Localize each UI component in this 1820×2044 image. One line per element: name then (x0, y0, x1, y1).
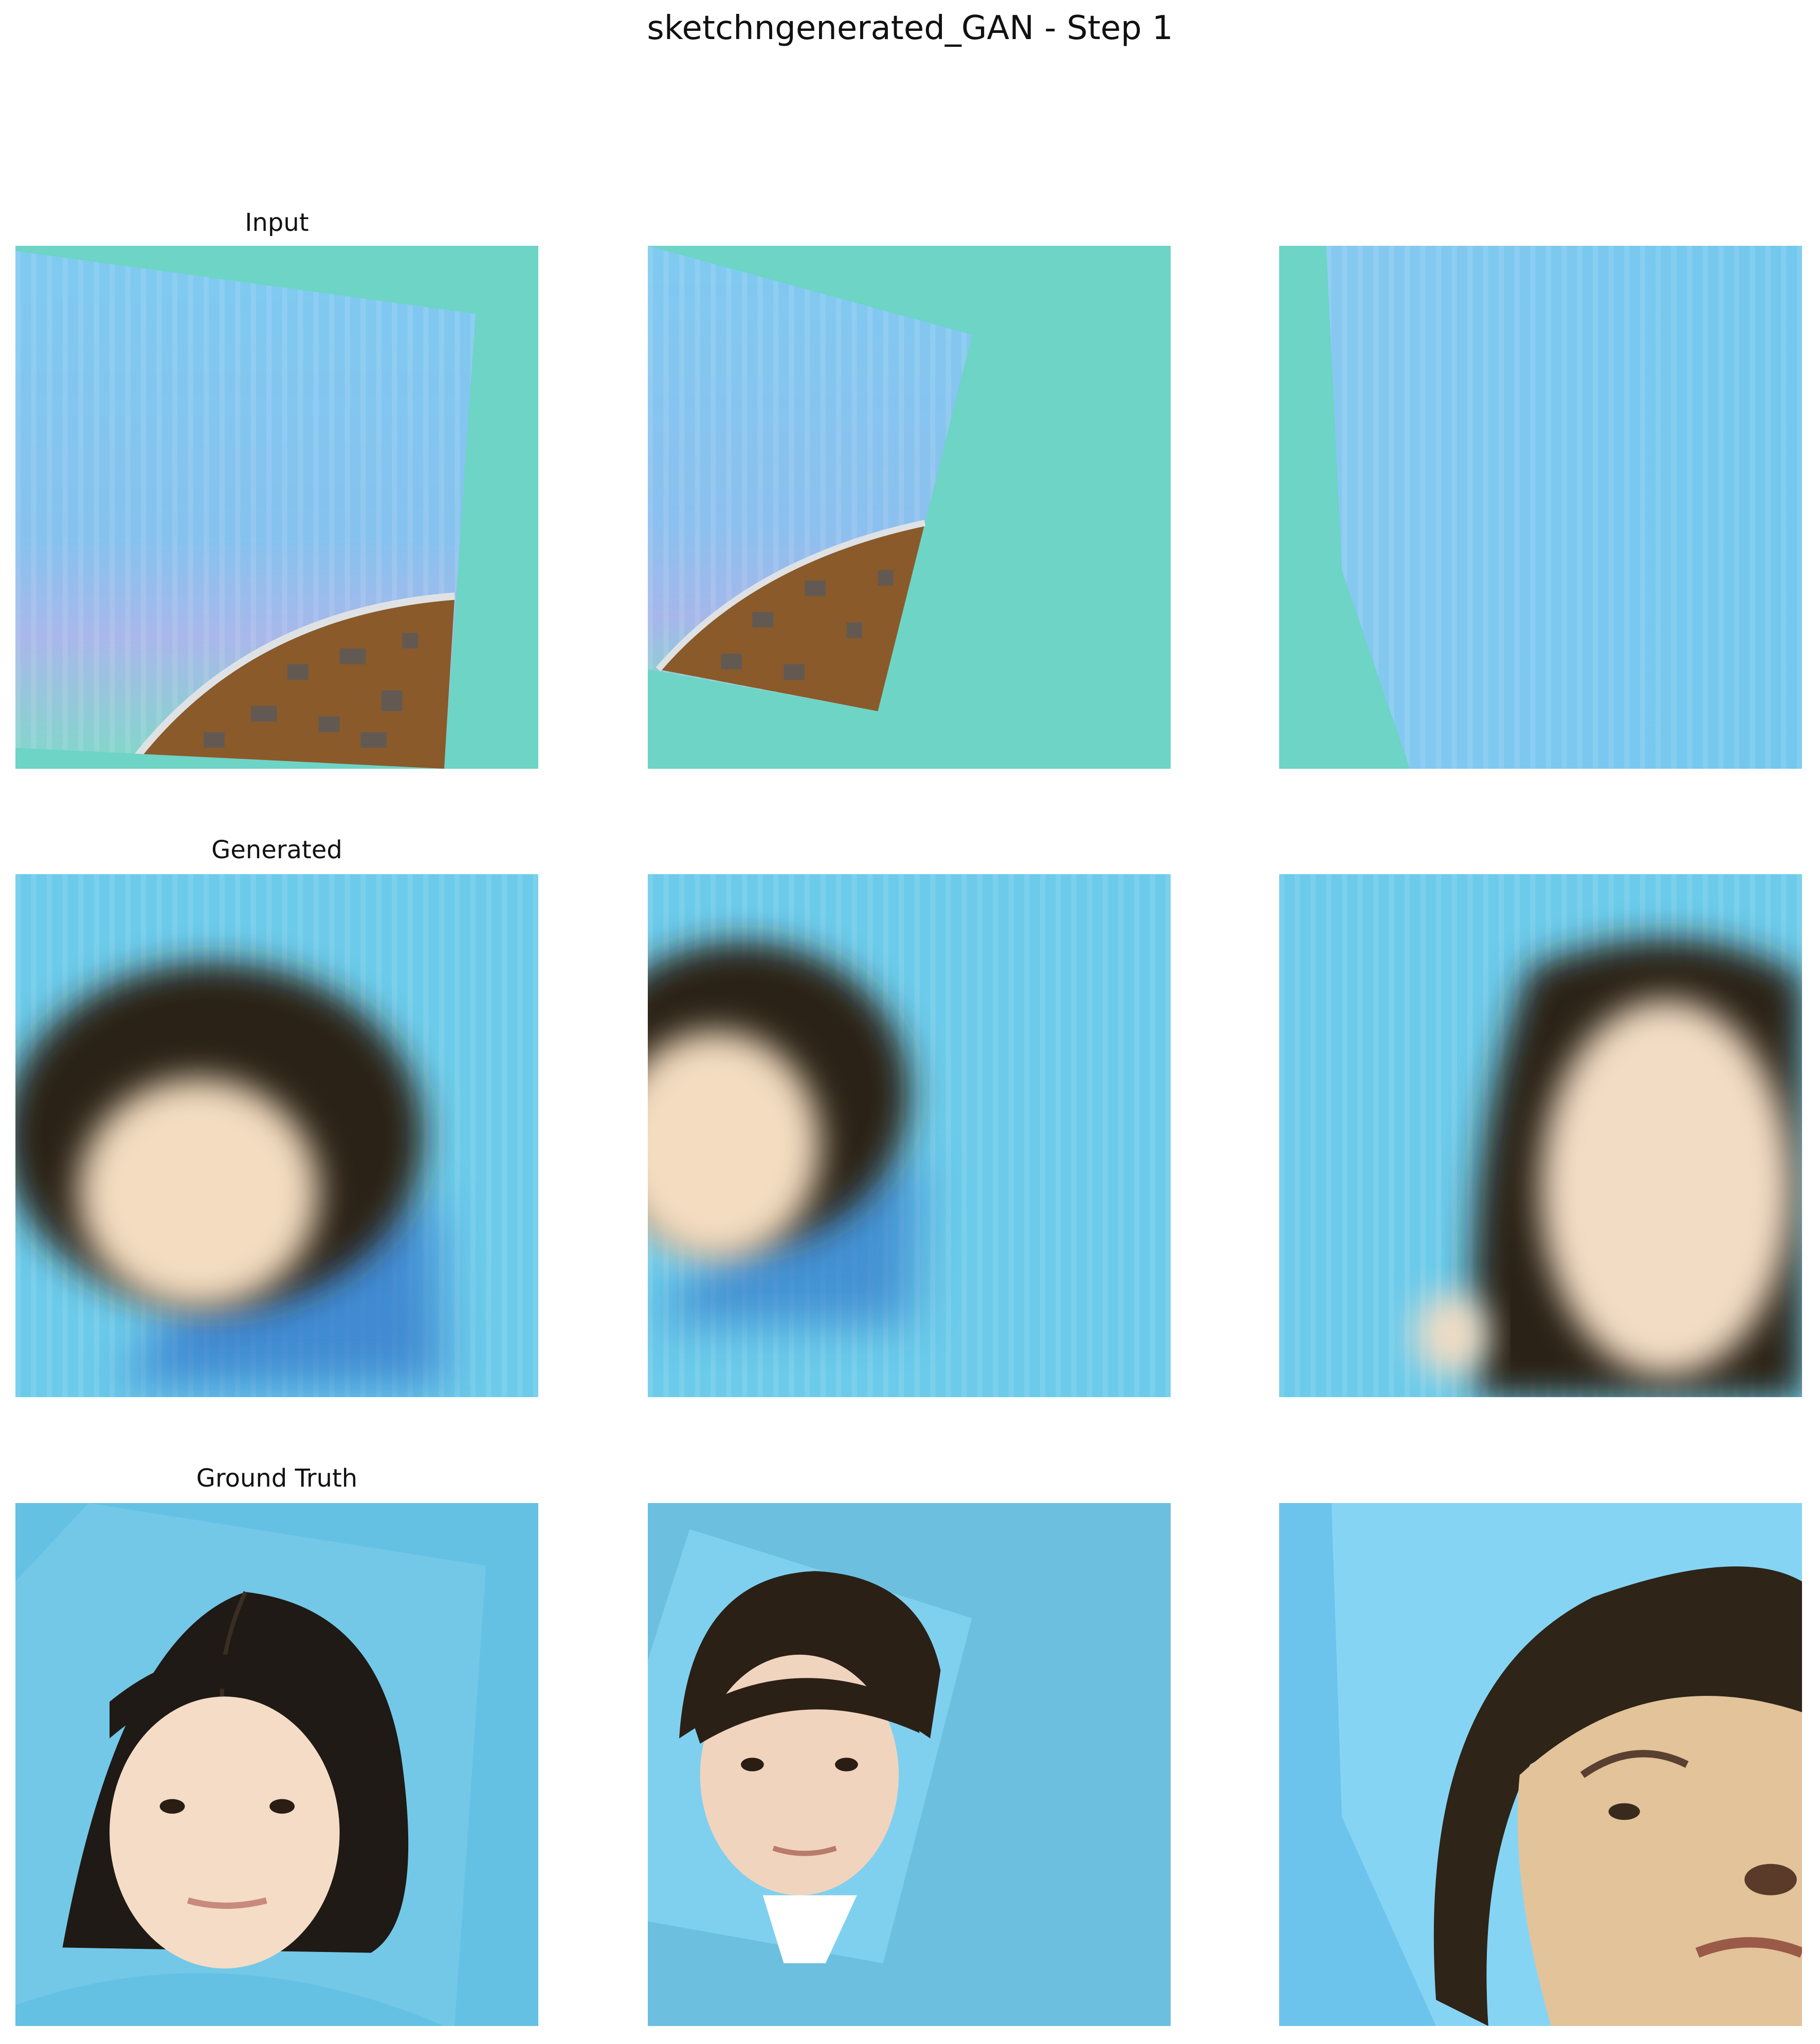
generated-image-3 (1279, 874, 1802, 1397)
generated-image-2 (648, 874, 1171, 1397)
figure-title: sketchngenerated_GAN - Step 1 (647, 9, 1173, 47)
ground-truth-image-3 (1279, 1503, 1802, 2026)
generated-image-1 (15, 874, 538, 1397)
row-label-input: Input (245, 208, 309, 237)
input-image-2 (648, 246, 1171, 769)
ground-truth-image-1 (15, 1503, 538, 2026)
input-image-1 (15, 246, 538, 769)
row-label-ground-truth: Ground Truth (196, 1464, 358, 1493)
row-label-generated: Generated (211, 836, 342, 864)
ground-truth-image-2 (648, 1503, 1171, 2026)
input-image-3 (1279, 246, 1802, 769)
